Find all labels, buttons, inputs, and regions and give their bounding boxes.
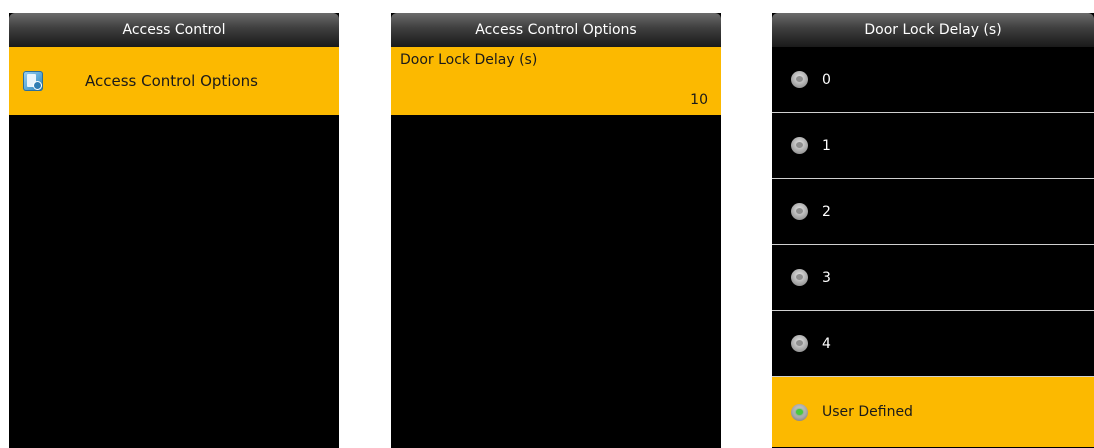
radio-button-icon[interactable] <box>791 335 808 352</box>
radio-button-icon[interactable] <box>791 203 808 220</box>
door-lock-delay-screen: Door Lock Delay (s) 0 1 2 3 4 User Defin… <box>772 13 1094 448</box>
radio-option-user-defined[interactable]: User Defined <box>772 377 1094 447</box>
delay-options-list: 0 1 2 3 4 User Defined <box>772 47 1094 447</box>
option-value: 10 <box>690 92 708 108</box>
radio-option-0[interactable]: 0 <box>772 47 1094 113</box>
radio-label: 2 <box>822 203 831 220</box>
option-label: Door Lock Delay (s) <box>400 52 538 68</box>
radio-button-selected-icon[interactable] <box>791 403 808 421</box>
radio-label: 4 <box>822 335 831 352</box>
access-control-options-screen: Access Control Options Door Lock Delay (… <box>391 13 721 448</box>
radio-label: 1 <box>822 137 831 154</box>
menu-item-label: Access Control Options <box>85 72 258 90</box>
radio-option-4[interactable]: 4 <box>772 311 1094 377</box>
radio-label: 3 <box>822 269 831 286</box>
access-control-icon <box>23 71 43 91</box>
radio-label: User Defined <box>822 404 913 420</box>
radio-option-3[interactable]: 3 <box>772 245 1094 311</box>
menu-item-access-control-options[interactable]: Access Control Options <box>9 47 339 115</box>
radio-label: 0 <box>822 71 831 88</box>
radio-button-icon[interactable] <box>791 269 808 286</box>
radio-button-icon[interactable] <box>791 137 808 154</box>
screen-title: Door Lock Delay (s) <box>772 13 1094 47</box>
radio-option-2[interactable]: 2 <box>772 179 1094 245</box>
radio-button-icon[interactable] <box>791 71 808 88</box>
radio-option-1[interactable]: 1 <box>772 113 1094 179</box>
screen-title: Access Control <box>9 13 339 47</box>
door-lock-delay-option[interactable]: Door Lock Delay (s) 10 <box>391 47 721 115</box>
access-control-screen: Access Control Access Control Options <box>9 13 339 448</box>
screen-title: Access Control Options <box>391 13 721 47</box>
